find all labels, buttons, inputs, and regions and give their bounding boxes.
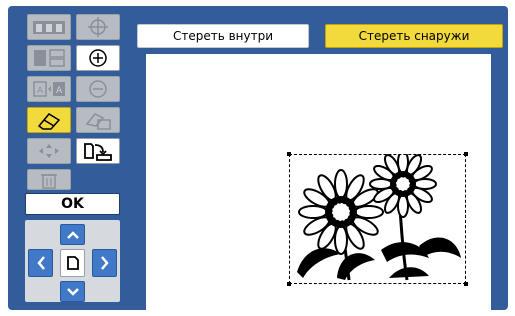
right-arrow-button[interactable] (92, 249, 117, 277)
eraser-button[interactable] (27, 107, 71, 133)
crosshair-icon (88, 17, 108, 37)
zoom-in-button[interactable] (76, 45, 120, 71)
selection-handle-bl[interactable] (287, 282, 291, 286)
chevron-right-icon (100, 256, 109, 270)
eraser-icon (37, 113, 61, 130)
svg-text:A: A (56, 86, 63, 96)
erase-area-button[interactable] (76, 107, 120, 133)
mirror-a-button[interactable]: A A (27, 76, 71, 102)
zoom-in-icon (89, 49, 107, 67)
page-layout-button[interactable] (27, 45, 71, 71)
center-page-button[interactable] (60, 249, 85, 277)
delete-button[interactable] (27, 169, 71, 190)
rotate-button[interactable] (76, 138, 120, 164)
rotate-page-icon (84, 143, 112, 161)
zoom-out-button[interactable] (76, 76, 120, 102)
selection-frame[interactable] (289, 154, 466, 284)
svg-text:A: A (37, 86, 44, 96)
erase-outside-button[interactable]: Стереть снаружи (325, 24, 503, 48)
selection-handle-br[interactable] (464, 282, 468, 286)
up-arrow-button[interactable] (60, 224, 85, 245)
chevron-up-icon (66, 230, 79, 239)
page-layout-icon (34, 49, 65, 67)
page-icon (66, 256, 79, 270)
move-arrows-icon (39, 144, 59, 158)
zoom-in-disabled-button[interactable] (76, 14, 120, 40)
erase-area-icon (85, 113, 111, 130)
chevron-down-icon (66, 287, 79, 296)
zoom-out-icon (89, 80, 107, 98)
grid-pages-icon (33, 21, 65, 34)
selection-handle-tl[interactable] (287, 152, 291, 156)
trash-icon (41, 173, 57, 189)
left-arrow-button[interactable] (28, 249, 53, 277)
down-arrow-button[interactable] (60, 281, 85, 302)
ok-button[interactable]: OK (25, 193, 120, 215)
chevron-left-icon (36, 256, 45, 270)
grid-pages-button[interactable] (27, 14, 71, 40)
mirror-a-icon: A A (33, 81, 65, 97)
move-button[interactable] (27, 138, 71, 164)
erase-inside-button[interactable]: Стереть внутри (137, 24, 309, 48)
selection-handle-tr[interactable] (464, 152, 468, 156)
